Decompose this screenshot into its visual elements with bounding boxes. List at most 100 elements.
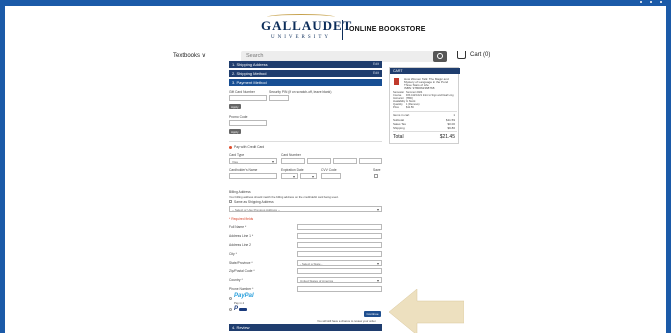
- paypal-p-icon: P: [234, 306, 239, 312]
- promo-field[interactable]: [229, 120, 267, 126]
- step-label: 2. Shipping Method: [232, 71, 267, 76]
- items-label: Items in cart: [393, 113, 410, 117]
- address1-label: Address Line 1 *: [229, 234, 254, 238]
- step-review: 4. Review: [229, 324, 382, 331]
- exp-month-select[interactable]: [281, 173, 298, 179]
- paypal-sub-label: Pay in 4: [234, 301, 245, 305]
- paypal-credit-radio[interactable]: [229, 308, 232, 311]
- cvv-label: CVV Code: [321, 168, 337, 172]
- same-as-shipping-checkbox[interactable]: [229, 200, 232, 203]
- state-label: State/Province *: [229, 261, 253, 265]
- apply-gift-button[interactable]: Apply: [229, 104, 241, 109]
- full-name-field[interactable]: [297, 224, 382, 230]
- card-type-select[interactable]: Visa: [229, 158, 277, 164]
- window-dot: [640, 1, 642, 3]
- billing-label: Billing Address: [229, 190, 251, 194]
- cardholder-label: Cardholder's Name: [229, 168, 258, 172]
- zip-label: Zip/Postal Code *: [229, 269, 255, 273]
- gallaudet-logo[interactable]: GALLAUDET UNIVERSITY: [261, 18, 353, 40]
- zip-field[interactable]: [297, 268, 382, 274]
- paypal-text: PayPal: [234, 293, 254, 299]
- card-number-field-2[interactable]: [307, 158, 331, 164]
- paypal-credit-logo[interactable]: P: [234, 306, 248, 312]
- meta-label: Price: [393, 106, 399, 109]
- card-number-label: Card Number: [281, 153, 301, 157]
- address1-field[interactable]: [297, 233, 382, 239]
- gift-pin-field[interactable]: [269, 95, 289, 101]
- previous-address-select[interactable]: -- Select or Use Previous Address --: [229, 206, 382, 212]
- phone-field[interactable]: [297, 286, 382, 292]
- full-name-label: Full Name *: [229, 225, 247, 229]
- step-shipping-method[interactable]: 2. Shipping Method Edit: [229, 70, 382, 77]
- textbooks-menu[interactable]: Textbooks ∨: [173, 52, 206, 59]
- expiration-label: Expiration Date: [281, 168, 304, 172]
- pay-credit-card-label: Pay with Credit Card: [234, 145, 265, 149]
- book-cover-thumbnail: [394, 78, 399, 85]
- store-name: ONLINE BOOKSTORE: [349, 26, 426, 33]
- review-note: You will still have a chance to review y…: [317, 319, 377, 323]
- step-label: 3. Payment Method: [232, 80, 267, 85]
- step-label: 4. Review: [232, 325, 250, 330]
- city-label: City *: [229, 252, 237, 256]
- required-note: * Required fields: [229, 217, 254, 221]
- paypal-logo[interactable]: PayPal: [234, 293, 254, 299]
- card-number-field-4[interactable]: [359, 158, 382, 164]
- gift-card-field[interactable]: [229, 95, 267, 101]
- logo-sub-text: UNIVERSITY: [271, 35, 331, 40]
- cart-icon: [457, 51, 466, 59]
- highlight-arrow-icon: [389, 289, 464, 333]
- cart-title: CART: [390, 68, 460, 74]
- cvv-field[interactable]: [321, 173, 341, 179]
- promo-label: Promo Code: [229, 115, 248, 119]
- credit-card-radio[interactable]: [229, 146, 232, 149]
- country-select[interactable]: United States of America: [297, 277, 382, 283]
- address2-field[interactable]: [297, 242, 382, 248]
- apply-promo-button[interactable]: Apply: [229, 129, 241, 134]
- gift-card-label: Gift Card Number: [229, 90, 255, 94]
- cart-label: Cart (0): [470, 52, 491, 58]
- total-value: $21.45: [439, 134, 455, 140]
- step-label: 1. Shipping Address: [232, 62, 268, 67]
- gift-pin-label: Security PIN (if on scratch-off, leave b…: [269, 90, 332, 94]
- save-card-checkbox[interactable]: [374, 174, 378, 178]
- shipping-value: $9.86: [447, 126, 455, 130]
- divider: [393, 111, 457, 112]
- edit-link[interactable]: Edit: [373, 71, 379, 75]
- search-icon[interactable]: [433, 51, 447, 62]
- country-label: Country *: [229, 278, 243, 282]
- exp-year-select[interactable]: [300, 173, 317, 179]
- cart-summary: CART How Women Talk: The Magic and Myste…: [389, 67, 460, 144]
- site-header: GALLAUDET UNIVERSITY ONLINE BOOKSTORE: [5, 6, 666, 50]
- address2-label: Address Line 2: [229, 243, 251, 247]
- meta-value: DIS 4123-021 Intro to Sign and Deaf Ling: [406, 94, 454, 97]
- credit-badge-icon: [239, 308, 247, 311]
- logo-main-text: GALLAUDET: [261, 18, 353, 33]
- total-label: Total: [393, 134, 404, 140]
- header-divider: [342, 20, 343, 40]
- save-card-label: Save: [373, 168, 381, 172]
- phone-label: Phone Number *: [229, 287, 254, 291]
- cardholder-field[interactable]: [229, 173, 277, 179]
- same-as-shipping-label: Same as Shipping Address: [234, 200, 274, 204]
- item-isbn: ISBN: 9780062368768: [404, 86, 435, 90]
- city-field[interactable]: [297, 251, 382, 257]
- window-dot: [650, 1, 652, 3]
- divider: [229, 141, 382, 142]
- shipping-label: Shipping: [393, 126, 405, 130]
- cart-link[interactable]: Cart (0): [457, 51, 490, 59]
- billing-note: Your billing address should match the bi…: [229, 195, 339, 199]
- step-shipping-address[interactable]: 1. Shipping Address Edit: [229, 61, 382, 68]
- meta-value: $11.59: [406, 106, 414, 109]
- edit-link[interactable]: Edit: [373, 62, 379, 66]
- items-count: 1: [453, 113, 455, 117]
- card-number-field-3[interactable]: [333, 158, 357, 164]
- state-select[interactable]: - Select a State -: [297, 260, 382, 266]
- continue-button[interactable]: Continue: [364, 311, 381, 317]
- page-frame: GALLAUDET UNIVERSITY ONLINE BOOKSTORE Te…: [5, 6, 666, 333]
- paypal-radio[interactable]: [229, 297, 232, 300]
- card-number-field-1[interactable]: [281, 158, 305, 164]
- card-type-label: Card Type: [229, 153, 245, 157]
- step-payment-method: 3. Payment Method: [229, 79, 382, 86]
- divider: [393, 131, 457, 132]
- window-dot: [660, 1, 662, 3]
